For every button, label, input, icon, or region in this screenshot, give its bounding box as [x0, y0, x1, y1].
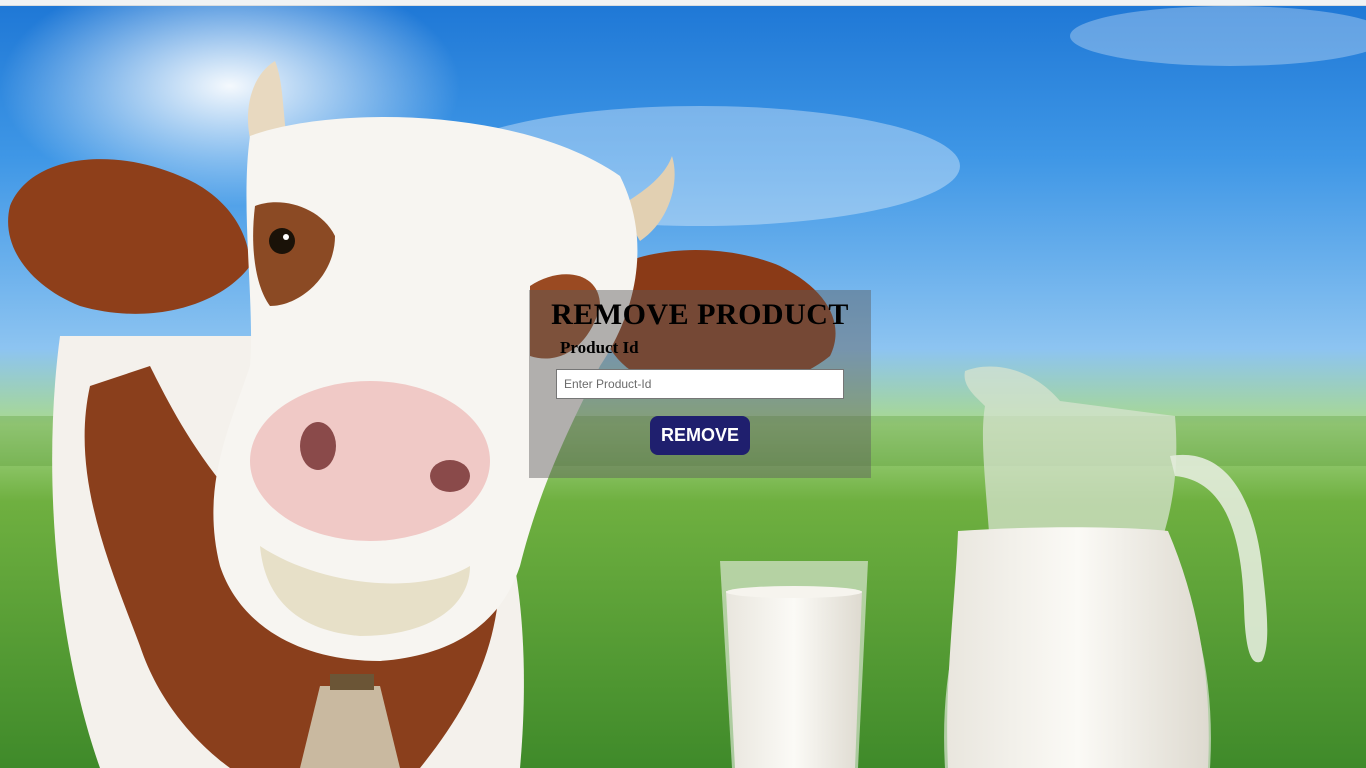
form-title: REMOVE PRODUCT	[551, 298, 849, 331]
remove-product-form: REMOVE PRODUCT Product Id REMOVE	[529, 290, 871, 478]
product-id-label: Product Id	[560, 338, 639, 357]
product-id-input[interactable]	[556, 369, 844, 399]
remove-button[interactable]: REMOVE	[650, 416, 750, 455]
